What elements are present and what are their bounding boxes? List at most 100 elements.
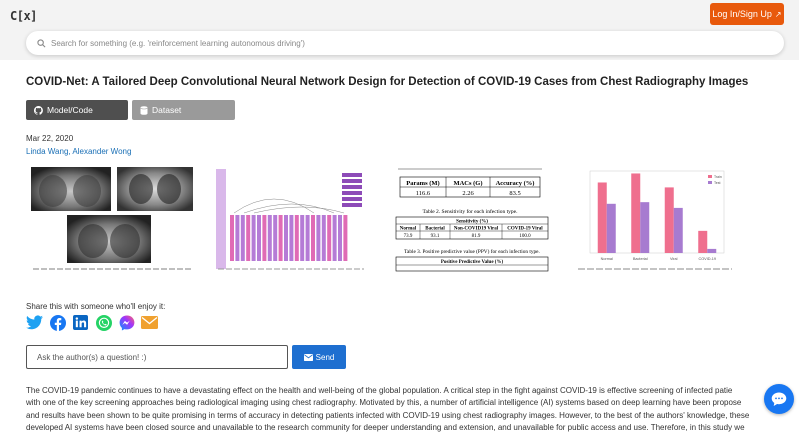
table1-header: Params (M) [406, 180, 439, 187]
bar-test [673, 207, 683, 253]
table2-cell: 73.9 [404, 234, 413, 239]
table2-cell: 100.0 [519, 234, 531, 239]
legend-label: Test [714, 181, 720, 185]
ask-question-input[interactable] [26, 345, 288, 369]
diagram-block [342, 203, 362, 207]
facebook-icon[interactable] [49, 314, 66, 331]
diagram-layer [240, 215, 245, 261]
diagram-layer [294, 215, 299, 261]
diagram-layer [327, 215, 332, 261]
diagram-block [342, 173, 362, 177]
envelope-icon [303, 353, 313, 361]
diagram-layer [343, 215, 348, 261]
x-tick-label: Bacterial [633, 257, 648, 261]
diagram-layer [246, 215, 251, 261]
diagram-layer [251, 215, 256, 261]
figure-thumbnail-xrays[interactable] [31, 165, 195, 273]
table1-cell: 2.26 [462, 190, 474, 197]
search-icon [37, 38, 46, 47]
figure-thumbnail-bar-chart[interactable]: Normal Bacterial Viral COVID-19 Train Test [574, 165, 738, 273]
whatsapp-icon[interactable] [95, 314, 112, 331]
search-bar[interactable] [26, 31, 784, 55]
site-logo[interactable]: C[x] [10, 9, 37, 23]
send-button[interactable]: Send [292, 345, 346, 369]
table1-cell: 83.5 [509, 190, 520, 197]
legend-label: Train [714, 175, 722, 179]
diagram-layer [284, 215, 288, 261]
paper-title: COVID-Net: A Tailored Deep Convolutional… [26, 76, 749, 88]
bar-train [597, 182, 607, 253]
table3-caption: Table 3. Positive predictive value (PPV)… [404, 248, 540, 255]
legend-swatch [708, 181, 712, 184]
top-bar: C[x] Log In/Sign Up ↗ [0, 0, 799, 60]
email-icon[interactable] [141, 314, 158, 331]
diagram-block [342, 185, 362, 189]
search-input[interactable] [51, 38, 751, 48]
author-list: Linda Wang, Alexander Wong [26, 147, 131, 156]
diagram-layer [289, 215, 294, 261]
figure-thumbnail-tables[interactable]: Params (M) MACs (G) Accuracy (%) 116.6 2… [392, 165, 556, 273]
diagram-layer [267, 215, 272, 261]
publish-date: Mar 22, 2020 [26, 134, 74, 143]
diagram-layer [230, 215, 234, 261]
diagram-layer [273, 215, 278, 261]
linkedin-icon[interactable] [72, 314, 89, 331]
bar-test [707, 248, 717, 253]
login-signup-button[interactable]: Log In/Sign Up ↗ [710, 3, 784, 25]
diagram-layer [321, 215, 326, 261]
bar-test [606, 203, 616, 253]
diagram-layer [262, 215, 267, 261]
bar-train [664, 187, 674, 253]
x-tick-label: COVID-19 [698, 257, 716, 261]
diagram-layer [311, 215, 315, 261]
diagram-block [342, 191, 362, 195]
diagram-connection [243, 203, 335, 214]
abstract-line: The COVID-19 pandemic continues to have … [26, 386, 733, 395]
diagram-connection [233, 198, 315, 214]
table3-group: Positive Predictive Value (%) [441, 260, 504, 265]
author-link[interactable]: Alexander Wong [72, 147, 131, 156]
x-tick-label: Viral [670, 257, 678, 261]
abstract: The COVID-19 pandemic continues to have … [26, 385, 786, 434]
table1-header: Accuracy (%) [496, 180, 535, 187]
x-tick-label: Normal [601, 257, 613, 261]
table2-group: Sensitivity (%) [456, 220, 488, 225]
diagram-block [342, 197, 362, 201]
diagram-block [342, 179, 362, 183]
table2-cell: 81.9 [472, 234, 481, 239]
diagram-layer [305, 215, 310, 261]
diagram-input-bar [216, 169, 226, 269]
send-label: Send [315, 352, 335, 362]
chat-button[interactable] [764, 384, 794, 414]
bar-train [698, 230, 708, 253]
table2-header: Non-COVID19 Viral [454, 227, 499, 232]
login-label: Log In/Sign Up [712, 9, 772, 19]
diagram-layer [338, 215, 342, 261]
bar-train [631, 173, 641, 253]
author-link[interactable]: Linda Wang [26, 147, 68, 156]
diagram-layer [300, 215, 305, 261]
login-arrow-icon: ↗ [774, 9, 782, 19]
dataset-button[interactable]: Dataset [132, 100, 235, 120]
github-icon [34, 105, 43, 115]
abstract-line: with one of the key screening approaches… [26, 398, 742, 408]
table2-header: COVID-19 Viral [507, 227, 543, 232]
diagram-layer [332, 215, 337, 261]
twitter-icon[interactable] [26, 314, 43, 331]
table1-header: MACs (G) [453, 180, 482, 187]
legend-swatch [708, 175, 712, 178]
bar-test [640, 202, 650, 253]
diagram-layer [257, 215, 261, 261]
share-label: Share this with someone who'll enjoy it: [26, 302, 166, 311]
model-code-button[interactable]: Model/Code [26, 100, 128, 120]
diagram-layer [278, 215, 283, 261]
table1-cell: 116.6 [416, 190, 431, 197]
dataset-label: Dataset [152, 105, 182, 115]
table2-header: Bacterial [425, 227, 445, 232]
database-icon [140, 105, 148, 115]
figure-thumbnail-architecture[interactable] [214, 165, 369, 273]
diagram-layer [316, 215, 321, 261]
chat-icon [771, 392, 787, 406]
table2-header: Normal [400, 227, 417, 232]
messenger-icon[interactable] [118, 314, 135, 331]
